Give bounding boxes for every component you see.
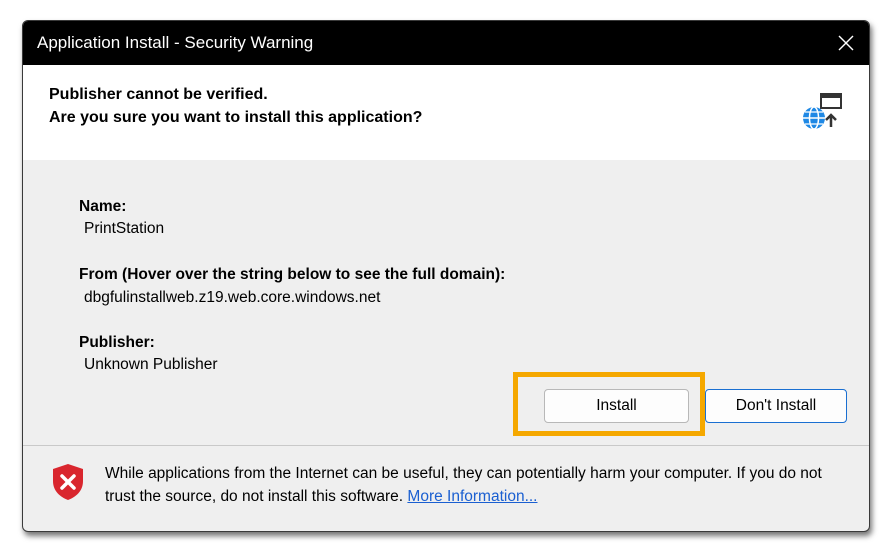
publisher-label: Publisher: [79, 334, 155, 351]
dont-install-button[interactable]: Don't Install [705, 389, 847, 423]
page: Application Install - Security Warning P… [0, 0, 890, 552]
from-label: From (Hover over the string below to see… [79, 266, 506, 283]
shield-warning-icon [53, 464, 83, 500]
title-bar: Application Install - Security Warning [23, 21, 869, 65]
globe-install-icon [803, 93, 842, 130]
more-information-link[interactable]: More Information... [407, 488, 537, 505]
close-icon [838, 35, 854, 51]
security-warning-dialog: Application Install - Security Warning P… [22, 20, 870, 532]
warning-header: Publisher cannot be verified. Are you su… [23, 65, 869, 160]
from-value[interactable]: dbgfulinstallweb.z19.web.core.windows.ne… [84, 289, 380, 307]
window-title: Application Install - Security Warning [37, 33, 314, 52]
footer-warning: While applications from the Internet can… [105, 462, 835, 508]
header-publisher-warning: Publisher cannot be verified. [49, 86, 268, 103]
close-button[interactable] [823, 21, 869, 65]
footer-divider [23, 445, 869, 446]
install-button[interactable]: Install [544, 389, 689, 423]
publisher-value: Unknown Publisher [84, 356, 218, 373]
name-label: Name: [79, 198, 127, 215]
name-value: PrintStation [84, 220, 165, 237]
header-install-question: Are you sure you want to install this ap… [49, 109, 423, 126]
